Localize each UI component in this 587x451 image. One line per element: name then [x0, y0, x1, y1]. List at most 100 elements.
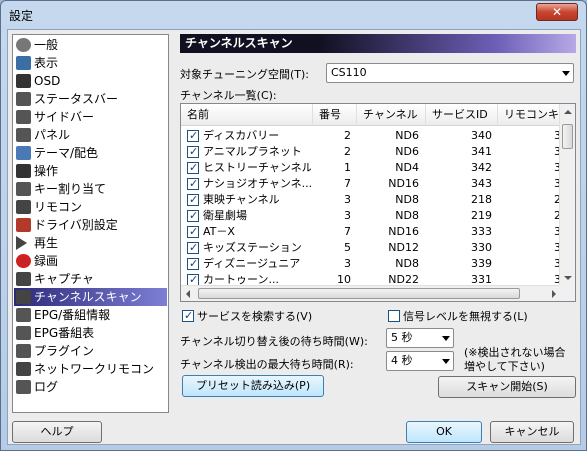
- row-checkbox[interactable]: [187, 176, 199, 192]
- sidebar-item[interactable]: EPG/番組情報: [14, 306, 167, 324]
- sidebar-item-label: チャンネルスキャン: [34, 290, 142, 304]
- driver-icon: [16, 218, 31, 232]
- scroll-down-icon[interactable]: [564, 276, 572, 280]
- sidebar-item-label: 表示: [34, 56, 59, 70]
- column-header-number[interactable]: 番号: [313, 104, 357, 126]
- cell-name: 東映チャンネル: [203, 193, 280, 206]
- channel-row[interactable]: 衛星劇場 3 ND8 219 2: [181, 208, 561, 224]
- help-button[interactable]: ヘルプ: [12, 421, 102, 443]
- row-checkbox[interactable]: [187, 240, 199, 256]
- sidebar-item[interactable]: テーマ/配色: [14, 144, 167, 162]
- camera-icon: [16, 272, 31, 286]
- sidebar-item[interactable]: キー割り当て: [14, 180, 167, 198]
- cell-ch: ND8: [395, 209, 419, 222]
- remote-icon: [16, 200, 31, 214]
- sidebar-item[interactable]: 表示: [14, 54, 167, 72]
- ok-button[interactable]: OK: [406, 421, 482, 443]
- channel-row[interactable]: アニマルプラネット 2 ND6 341 3: [181, 144, 561, 160]
- cell-sid: 333: [471, 225, 492, 238]
- sidebar-item-label: ログ: [34, 380, 59, 394]
- checkbox-checked-icon[interactable]: [182, 308, 194, 324]
- chevron-down-icon: [562, 71, 570, 76]
- sidebar-item[interactable]: ネットワークリモコン: [14, 360, 167, 378]
- horizontal-scrollbar[interactable]: [181, 285, 561, 301]
- channel-row[interactable]: AT－X7ND163333: [181, 224, 561, 240]
- settings-category-list[interactable]: 一般表示 OSD ステータスバー サイドバーパネルテーマ/配色 操作キー割り当て リモコン…: [12, 34, 169, 413]
- search-services-checkbox[interactable]: サービスを検索する(V): [182, 308, 313, 325]
- channel-row[interactable]: ディズニージュニア 3 ND8 339 3: [181, 256, 561, 272]
- sidebar-item[interactable]: チャンネルスキャン: [14, 288, 167, 306]
- scroll-up-icon[interactable]: [564, 110, 572, 114]
- sidebar-item[interactable]: 録画: [14, 252, 167, 270]
- cell-rc: 3: [554, 225, 561, 238]
- scan-icon: [16, 290, 31, 304]
- sidebar-item[interactable]: リモコン: [14, 198, 167, 216]
- scrollbar-thumb[interactable]: [562, 124, 573, 149]
- cell-ch: ND16: [388, 177, 419, 190]
- column-header-service-id[interactable]: サービスID: [426, 104, 498, 126]
- column-header-remote-key[interactable]: リモコンキ: [498, 104, 561, 126]
- sidebar-item-label: 再生: [34, 236, 59, 250]
- record-icon: [16, 254, 31, 268]
- cell-name: ナショジオチャンネ...: [203, 177, 311, 190]
- osd-icon: [16, 74, 31, 88]
- checkbox-unchecked-icon[interactable]: [388, 310, 400, 322]
- scroll-left-icon[interactable]: [186, 290, 190, 298]
- sidebar-item[interactable]: ドライバ別設定: [14, 216, 167, 234]
- row-checkbox[interactable]: [187, 256, 199, 272]
- cell-name: ディスカバリー: [203, 129, 280, 142]
- row-checkbox[interactable]: [187, 208, 199, 224]
- row-checkbox[interactable]: [187, 128, 199, 144]
- max-wait-time-select[interactable]: 4 秒: [386, 351, 454, 371]
- row-checkbox[interactable]: [187, 160, 199, 176]
- cancel-button[interactable]: キャンセル: [490, 421, 574, 443]
- horizontal-scrollbar-thumb[interactable]: [198, 288, 520, 299]
- channel-row[interactable]: ディスカバリー 2 ND6 340 3: [181, 128, 561, 144]
- cell-sid: 343: [471, 177, 492, 190]
- channel-row[interactable]: キッズステーション 5 ND12 330 3: [181, 240, 561, 256]
- column-header-name[interactable]: 名前: [181, 104, 313, 126]
- cell-name: キッズステーション: [203, 241, 302, 254]
- panel-heading: チャンネルスキャン: [180, 34, 576, 53]
- sidebar-item-label: ドライバ別設定: [34, 218, 118, 232]
- sidebar-item[interactable]: 一般: [14, 36, 167, 54]
- load-preset-button[interactable]: プリセット読み込み(P): [182, 375, 324, 397]
- sidebar-item[interactable]: ステータスバー: [14, 90, 167, 108]
- display-icon: [16, 56, 31, 70]
- row-checkbox[interactable]: [187, 192, 199, 208]
- sidebar-item-label: サイドバー: [34, 110, 95, 124]
- start-scan-button[interactable]: スキャン開始(S): [438, 376, 576, 398]
- ignore-signal-label: 信号レベルを無視する(L): [403, 310, 528, 323]
- sidebar-item[interactable]: EPG番組表: [14, 324, 167, 342]
- settings-dialog: 設定 ✕ 一般 表示 OSD ステータスバー サイドバー パネル テーマ/配色 操作 キー割り当…: [0, 0, 587, 451]
- channel-row[interactable]: ヒストリーチャンネル 1 ND4 342 3: [181, 160, 561, 176]
- search-services-label: サービスを検索する(V): [197, 310, 313, 323]
- sidebar-item[interactable]: キャプチャ: [14, 270, 167, 288]
- sidebar-item[interactable]: サイドバー: [14, 108, 167, 126]
- sidebar-item[interactable]: パネル: [14, 126, 167, 144]
- epg-icon: [16, 308, 31, 322]
- sidebar-item-label: 操作: [34, 164, 59, 178]
- channel-list[interactable]: 名前 番号 チャンネル サービスID リモコンキ ディスカバリー 2 ND6 340 3…: [180, 103, 576, 302]
- epg-table-icon: [16, 326, 31, 340]
- row-checkbox[interactable]: [187, 144, 199, 160]
- cell-rc: 3: [554, 129, 561, 142]
- sidebar-item[interactable]: プラグイン: [14, 342, 167, 360]
- channel-row[interactable]: 東映チャンネル 3 ND8 218 2: [181, 192, 561, 208]
- sidebar-item[interactable]: ログ: [14, 378, 167, 396]
- close-button[interactable]: ✕: [536, 3, 578, 21]
- sidebar-item-label: ステータスバー: [34, 92, 119, 106]
- sidebar-item[interactable]: 操作: [14, 162, 167, 180]
- row-checkbox[interactable]: [187, 224, 199, 240]
- vertical-scrollbar[interactable]: [559, 104, 575, 286]
- sidebar-item[interactable]: 再生: [14, 234, 167, 252]
- ignore-signal-checkbox[interactable]: 信号レベルを無視する(L): [388, 309, 528, 325]
- scroll-right-icon[interactable]: [552, 290, 556, 298]
- dialog-client: 一般 表示 OSD ステータスバー サイドバー パネル テーマ/配色 操作 キー割り当て リモコン…: [7, 29, 581, 445]
- sidebar-item[interactable]: OSD: [14, 72, 167, 90]
- sidebar-item-label: テーマ/配色: [34, 146, 99, 160]
- tuning-space-select[interactable]: CS110: [326, 63, 574, 83]
- column-header-channel[interactable]: チャンネル: [357, 104, 426, 126]
- wait-time-select[interactable]: 5 秒: [386, 328, 454, 348]
- channel-row[interactable]: ナショジオチャンネ... 7 ND16 343 3: [181, 176, 561, 192]
